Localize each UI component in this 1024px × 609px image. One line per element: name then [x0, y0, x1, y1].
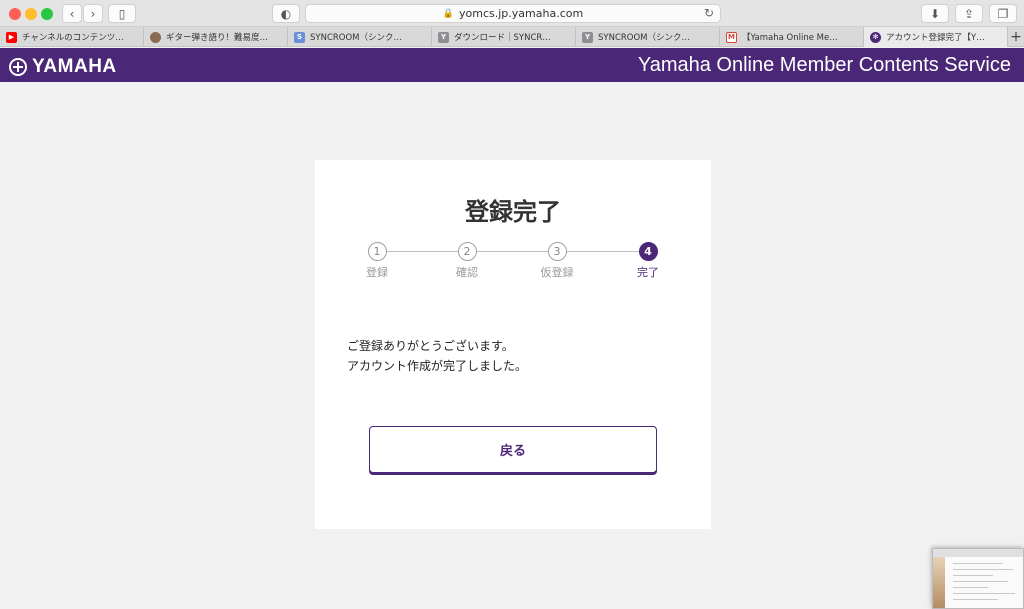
step-register: 1 登録 [347, 242, 407, 280]
privacy-report-button[interactable]: ◐ [272, 4, 300, 23]
thumbnail-toolbar [933, 549, 1023, 557]
download-icon: ⬇ [929, 6, 941, 21]
tab-label: ギター弾き語り！難易度… [166, 33, 269, 43]
y-icon: Y [438, 31, 449, 43]
completion-message: ご登録ありがとうございます。 アカウント作成が完了しました。 [347, 336, 527, 376]
reload-icon[interactable]: ↻ [704, 6, 714, 20]
step-label: 登録 [366, 266, 388, 279]
tab[interactable]: ギター弾き語り！難易度… [144, 27, 288, 47]
screenshot-thumbnail[interactable] [932, 548, 1024, 609]
thumbnail-line [953, 581, 1008, 582]
steps-connector [377, 251, 647, 252]
tab-label: 【Yamaha Online Me… [742, 33, 838, 43]
step-label: 確認 [456, 266, 478, 279]
tab[interactable]: M 【Yamaha Online Me… [720, 27, 864, 47]
new-tab-button[interactable]: + [1008, 27, 1024, 46]
back-nav-button[interactable]: ‹ [62, 4, 82, 23]
yamaha-emblem-icon [9, 58, 27, 76]
zoom-window-button[interactable] [41, 8, 53, 20]
url-text: yomcs.jp.yamaha.com [459, 7, 584, 20]
lock-icon: 🔒 [442, 8, 455, 19]
shield-icon: ◐ [280, 6, 292, 21]
share-icon: ⇪ [963, 6, 975, 21]
step-number: 2 [457, 242, 477, 261]
plus-icon: + [1010, 28, 1022, 45]
progress-steps: 1 登録 2 確認 3 仮登録 4 完了 [365, 242, 665, 282]
yamaha-icon: ✻ [870, 31, 881, 43]
tab[interactable]: Y SYNCROOM（シンク… [576, 27, 720, 47]
step-complete: 4 完了 [618, 242, 678, 280]
step-label: 完了 [637, 266, 659, 279]
page-title: 登録完了 [465, 198, 561, 226]
message-line: アカウント作成が完了しました。 [347, 359, 528, 373]
tab-label: アカウント登録完了【Y… [886, 33, 985, 43]
chevron-right-icon: › [90, 6, 96, 21]
thumbnail-line [953, 569, 1013, 570]
sidebar-toggle-button[interactable]: ▯ [108, 4, 136, 23]
step-number: 4 [638, 242, 658, 261]
service-title: Yamaha Online Member Contents Service [637, 54, 1011, 76]
back-button[interactable]: 戻る [369, 426, 657, 473]
completion-card: 登録完了 1 登録 2 確認 3 仮登録 4 完了 ご登録ありがとうございます。… [315, 160, 711, 529]
step-label: 仮登録 [540, 266, 574, 279]
tab-active[interactable]: ✻ アカウント登録完了【Y… [864, 27, 1008, 47]
minimize-window-button[interactable] [25, 8, 37, 20]
youtube-icon: ▶ [6, 31, 17, 43]
tab-label: SYNCROOM（シンク… [310, 33, 403, 43]
tab-label: チャンネルのコンテンツ… [22, 33, 124, 43]
tab-label: SYNCROOM（シンク… [598, 33, 691, 43]
tab-overview-button[interactable]: ❐ [989, 4, 1017, 23]
tab[interactable]: Y ダウンロード｜SYNCR… [432, 27, 576, 47]
share-button[interactable]: ⇪ [955, 4, 983, 23]
tabs-icon: ❐ [997, 6, 1009, 21]
forward-nav-button[interactable]: › [83, 4, 103, 23]
tab-label: ダウンロード｜SYNCR… [454, 33, 551, 43]
thumbnail-line [953, 563, 1003, 564]
logo-text: YAMAHA [32, 56, 117, 77]
step-provisional: 3 仮登録 [527, 242, 587, 280]
syncroom-icon: S [294, 31, 305, 43]
tab[interactable]: S SYNCROOM（シンク… [288, 27, 432, 47]
browser-toolbar: ‹ › ▯ ◐ 🔒 yomcs.jp.yamaha.com ↻ ⬇ ⇪ ❐ [0, 0, 1024, 27]
yamaha-logo[interactable]: YAMAHA [9, 56, 117, 78]
tab-bar: ▶ チャンネルのコンテンツ… ギター弾き語り！難易度… S SYNCROOM（シンク… [0, 27, 1024, 47]
address-bar[interactable]: 🔒 yomcs.jp.yamaha.com ↻ [305, 4, 721, 23]
thumbnail-line [953, 575, 993, 576]
sidebar-icon: ▯ [118, 6, 126, 21]
site-header: YAMAHA Yamaha Online Member Contents Ser… [0, 48, 1024, 82]
close-window-button[interactable] [9, 8, 21, 20]
tab[interactable]: ▶ チャンネルのコンテンツ… [0, 27, 144, 47]
gmail-icon: M [726, 31, 737, 43]
step-number: 1 [367, 242, 387, 261]
thumbnail-line [953, 587, 988, 588]
thumbnail-line [953, 593, 1015, 594]
message-line: ご登録ありがとうございます。 [347, 339, 514, 353]
chevron-left-icon: ‹ [69, 6, 75, 21]
thumbnail-sidebar [933, 557, 945, 608]
step-number: 3 [547, 242, 567, 261]
avatar-icon [150, 31, 161, 43]
thumbnail-line [953, 599, 998, 600]
step-confirm: 2 確認 [437, 242, 497, 280]
y-icon: Y [582, 31, 593, 43]
downloads-button[interactable]: ⬇ [921, 4, 949, 23]
